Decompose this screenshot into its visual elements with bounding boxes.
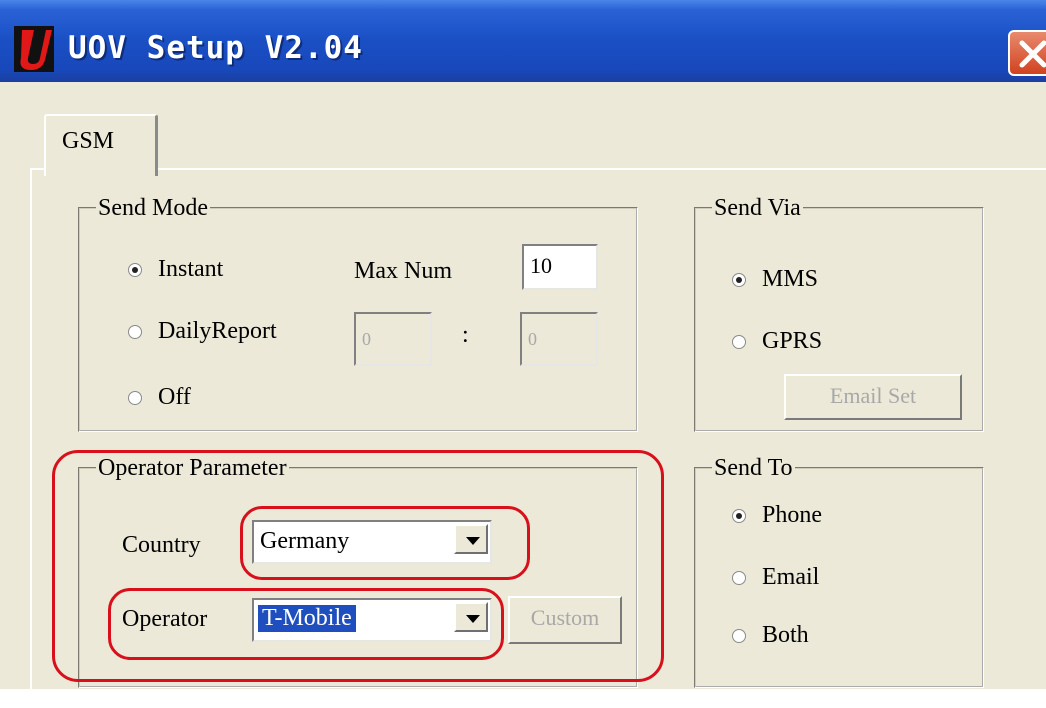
radio-phone[interactable]: Phone [732,502,822,529]
radio-gprs[interactable]: GPRS [732,328,822,355]
tab-gsm-label: GSM [62,128,115,154]
time-separator: : [462,322,469,348]
close-icon [1019,40,1046,68]
operator-parameter-legend: Operator Parameter [98,455,287,481]
country-label: Country [122,532,201,558]
close-button[interactable] [1008,30,1046,76]
custom-button[interactable]: Custom [508,596,622,644]
title-bar[interactable]: UOV Setup V2.04 [0,0,1046,82]
chevron-down-icon[interactable] [454,602,488,632]
radio-mms-label: MMS [762,266,819,292]
country-select[interactable]: Germany [252,520,492,564]
max-num-label: Max Num [354,258,452,284]
country-select-value: Germany [260,528,350,554]
send-to-legend: Send To [714,455,793,481]
app-logo-icon [14,26,54,72]
daily-hour-input[interactable]: 0 [354,312,432,366]
radio-off[interactable]: Off [128,384,191,411]
setup-dialog: UOV Setup V2.04 GSM Send Mode Instant Da… [0,0,1046,708]
radio-mms[interactable]: MMS [732,266,818,293]
max-num-input[interactable]: 10 [522,244,598,290]
radio-daily-report-indicator[interactable] [128,324,142,339]
send-via-legend: Send Via [714,195,801,221]
chevron-down-icon[interactable] [454,524,488,554]
email-set-button[interactable]: Email Set [784,374,962,420]
radio-off-label: Off [158,384,191,410]
radio-gprs-label: GPRS [762,328,823,354]
window-title: UOV Setup V2.04 [68,30,363,66]
operator-select[interactable]: T-Mobile [252,598,492,642]
operator-select-value: T-Mobile [258,605,356,632]
radio-off-indicator[interactable] [128,390,142,405]
radio-phone-indicator[interactable] [732,508,746,523]
radio-email[interactable]: Email [732,564,819,591]
radio-instant[interactable]: Instant [128,256,223,283]
radio-gprs-indicator[interactable] [732,334,746,349]
radio-both-label: Both [762,622,809,648]
tab-gsm[interactable]: GSM [44,114,158,176]
radio-phone-label: Phone [762,502,822,528]
daily-minute-input[interactable]: 0 [520,312,598,366]
radio-email-indicator[interactable] [732,570,746,585]
radio-instant-label: Instant [158,256,224,282]
radio-both-indicator[interactable] [732,628,746,643]
radio-instant-indicator[interactable] [128,262,142,277]
radio-email-label: Email [762,564,820,590]
operator-label: Operator [122,606,208,632]
radio-daily-report-label: DailyReport [158,318,277,344]
radio-mms-indicator[interactable] [732,272,746,287]
operator-parameter-group: Operator Parameter [78,456,638,688]
radio-both[interactable]: Both [732,622,809,649]
radio-daily-report[interactable]: DailyReport [128,318,277,345]
send-mode-legend: Send Mode [98,195,208,221]
